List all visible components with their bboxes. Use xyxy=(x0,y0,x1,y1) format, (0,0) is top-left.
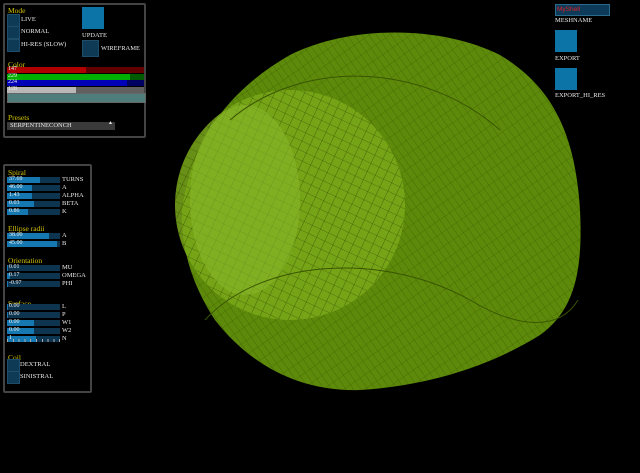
parameters-panel: Spiral 37.69 TURNS 46.00 A 1.43 ALPHA 0.03 BETA 0… xyxy=(3,164,92,393)
color-swatch xyxy=(7,93,146,103)
surface-slider-w1[interactable]: 0.00 xyxy=(7,319,60,326)
param-label: B xyxy=(62,240,67,247)
color-slider-0[interactable]: 147 xyxy=(7,66,144,73)
slider-value: 0.00 xyxy=(9,303,20,309)
dropdown-arrow-icon: ▲ xyxy=(108,121,113,126)
slider-ticks xyxy=(7,339,60,342)
slider-value: -0.97 xyxy=(9,280,22,286)
slider-fill xyxy=(7,281,9,287)
mesh-name-value: MyShell xyxy=(557,6,581,13)
ellipse-slider-b[interactable]: 45.00 xyxy=(7,240,60,247)
surface-slider-l[interactable]: 0.00 xyxy=(7,303,60,310)
live-label: LIVE xyxy=(21,16,36,23)
slider-value: 0.03 xyxy=(9,200,20,206)
param-label: W2 xyxy=(62,327,72,334)
param-label: P xyxy=(62,311,66,318)
orientation-slider-omega[interactable]: 0.17 xyxy=(7,272,60,279)
surface-slider-p[interactable]: 0.00 xyxy=(7,311,60,318)
param-label: A xyxy=(62,184,67,191)
param-label: OMEGA xyxy=(62,272,86,279)
wireframe-label: WIREFRAME xyxy=(101,45,140,52)
param-label: TURNS xyxy=(62,176,84,183)
hires-checkbox[interactable] xyxy=(7,39,20,52)
normal-checkbox[interactable] xyxy=(7,26,20,39)
param-label: K xyxy=(62,208,67,215)
slider-value: 0.00 xyxy=(9,319,20,325)
spiral-slider-alpha[interactable]: 1.43 xyxy=(7,192,60,199)
wireframe-checkbox[interactable] xyxy=(82,40,99,57)
slider-fill xyxy=(7,312,9,318)
slider-fill xyxy=(7,73,131,80)
slider-value: 0.00 xyxy=(9,327,20,333)
spiral-slider-beta[interactable]: 0.03 xyxy=(7,200,60,207)
param-label: L xyxy=(62,303,66,310)
slider-value: 128 xyxy=(8,85,17,92)
orientation-slider-mu[interactable]: 0.01 xyxy=(7,264,60,271)
slider-value: 45.00 xyxy=(9,240,23,246)
slider-value: 147 xyxy=(8,66,17,72)
spiral-slider-k[interactable]: 0.86 xyxy=(7,208,60,215)
param-label: ALPHA xyxy=(62,192,84,199)
slider-fill xyxy=(7,80,128,86)
mode-color-panel: Mode LIVE NORMAL HI-RES (SLOW) UPDATE WI… xyxy=(3,3,146,138)
param-label: W1 xyxy=(62,319,72,326)
mesh-name-input[interactable]: MyShell xyxy=(555,4,610,16)
ellipse-slider-a[interactable]: 38.00 xyxy=(7,232,60,239)
slider-value: 37.69 xyxy=(9,176,23,182)
slider-value: 0.01 xyxy=(9,264,20,270)
slider-value: 46.00 xyxy=(9,184,23,190)
presets-header: Presets xyxy=(8,113,30,122)
dextral-label: DEXTRAL xyxy=(20,361,51,368)
slider-fill xyxy=(7,86,76,93)
slider-value: 224 xyxy=(8,79,17,85)
slider-value: 0.86 xyxy=(9,208,20,214)
orientation-slider-phi[interactable]: -0.97 xyxy=(7,280,60,287)
color-slider-1[interactable]: 229 xyxy=(7,72,144,80)
export-hi-res-button[interactable] xyxy=(555,68,577,90)
slider-value: 38.00 xyxy=(9,232,23,238)
slider-value: 0.17 xyxy=(9,272,20,278)
export-hi-res-label: EXPORT_HI_RES xyxy=(555,92,606,99)
color-slider-2[interactable]: 224 xyxy=(7,79,144,86)
param-label: BETA xyxy=(62,200,79,207)
meshname-label: MESHNAME xyxy=(555,17,593,24)
slider-value: 229 xyxy=(8,72,17,79)
slider-fill xyxy=(7,265,9,271)
slider-fill xyxy=(7,67,86,73)
normal-label: NORMAL xyxy=(21,28,50,35)
presets-dropdown[interactable]: SERPENTINECONCH ▲ xyxy=(7,121,115,130)
param-label: MU xyxy=(62,264,73,271)
slider-fill xyxy=(7,304,9,310)
slider-value: 0.00 xyxy=(9,311,20,317)
sinistral-checkbox[interactable] xyxy=(7,371,20,384)
param-label: N xyxy=(62,335,67,342)
export-button[interactable] xyxy=(555,30,577,52)
surface-slider-w2[interactable]: 0.00 xyxy=(7,327,60,334)
slider-value: 1.43 xyxy=(9,192,20,198)
spiral-slider-turns[interactable]: 37.69 xyxy=(7,176,60,183)
param-label: PHI xyxy=(62,280,73,287)
sinistral-label: SINISTRAL xyxy=(20,373,54,380)
hires-label: HI-RES (SLOW) xyxy=(21,41,67,48)
export-label: EXPORT xyxy=(555,55,580,62)
param-label: A xyxy=(62,232,67,239)
spiral-slider-a[interactable]: 46.00 xyxy=(7,184,60,191)
color-slider-3[interactable]: 128 xyxy=(7,85,144,93)
update-button[interactable] xyxy=(82,7,104,29)
presets-selected: SERPENTINECONCH xyxy=(10,122,72,129)
update-label: UPDATE xyxy=(82,32,107,39)
